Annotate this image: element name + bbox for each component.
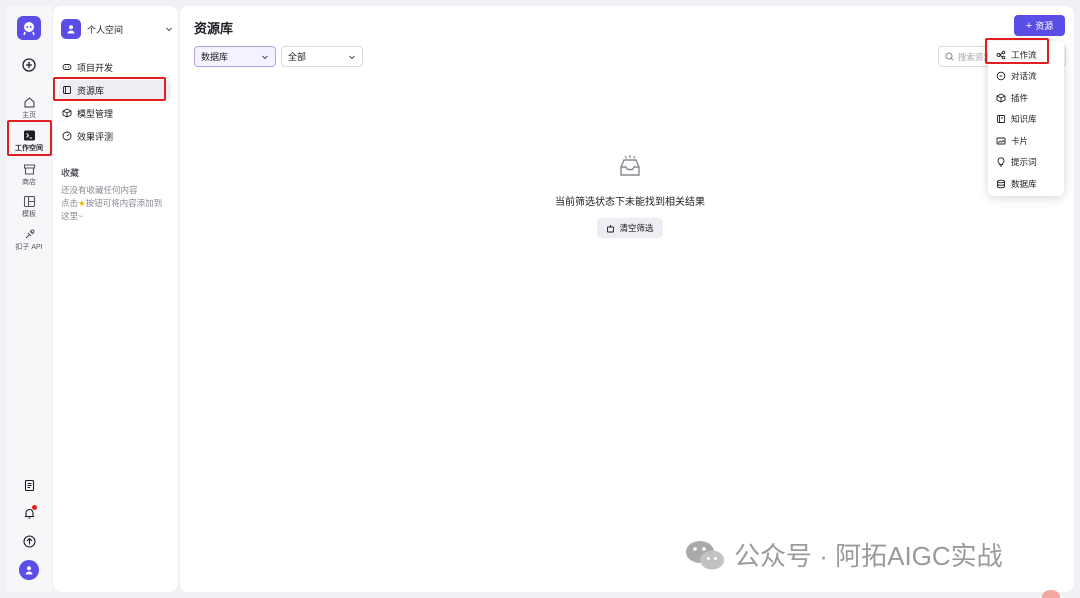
rail-item-home-label: 主页 (22, 112, 36, 119)
database-icon (996, 179, 1006, 189)
gamepad-icon (61, 61, 73, 73)
chat-icon (996, 71, 1006, 81)
workspace-sidebar: 个人空间 项目开发 资源库 模型管理 效果评测 收藏 还没有收藏任何内容 点击★… (53, 6, 178, 592)
document-icon (24, 479, 34, 492)
search-icon (945, 52, 954, 61)
menu-item-label: 提示词 (1011, 157, 1037, 168)
rail-item-store[interactable]: 商店 (6, 163, 52, 187)
space-selector[interactable]: 个人空间 (61, 18, 173, 40)
card-image-icon (996, 136, 1006, 146)
template-icon (23, 195, 35, 208)
main-content: 资源库 + 资源 数据库 全部 搜索资源 当前筛选状态下未能找到相关结果 清空筛… (180, 6, 1074, 592)
scope-filter-select[interactable]: 全部 (281, 46, 363, 67)
chevron-down-icon (349, 55, 355, 59)
upload-button[interactable] (6, 535, 52, 550)
chevron-down-icon (166, 27, 172, 32)
scope-filter-value: 全部 (288, 52, 307, 62)
search-placeholder: 搜索资源 (958, 51, 993, 62)
corner-avatar-partial (1042, 590, 1060, 598)
arrow-up-circle-icon (22, 535, 36, 548)
clear-filter-button[interactable]: 清空筛选 (597, 218, 663, 238)
empty-state: 当前筛选状态下未能找到相关结果 清空筛选 (180, 154, 1080, 238)
create-button[interactable] (6, 58, 52, 74)
workflow-icon (996, 50, 1006, 60)
store-icon (23, 164, 35, 175)
home-icon (23, 97, 35, 108)
user-icon (67, 25, 75, 34)
clear-filter-label: 清空筛选 (619, 223, 654, 233)
favorites-title: 收藏 (61, 168, 80, 178)
sidebar-item-resources[interactable]: 资源库 (59, 80, 171, 100)
favorites-empty-line3: 这里~ (61, 211, 83, 221)
user-icon (25, 566, 33, 575)
sidebar-item-label: 效果评测 (77, 131, 114, 142)
favorites-empty-line2: 点击★按钮可将内容添加到 (61, 197, 173, 210)
favorites-empty-line2-suffix: 按钮可将内容添加到 (85, 198, 163, 208)
watermark-text: 公众号 · 阿拓AIGC实战 (734, 541, 1003, 571)
book-icon (61, 84, 73, 96)
add-resource-label: 资源 (1035, 21, 1054, 31)
app-logo[interactable] (17, 16, 41, 40)
menu-item-label: 工作流 (1011, 49, 1037, 60)
avatar[interactable] (19, 560, 39, 580)
menu-item-workflow[interactable]: 工作流 (988, 44, 1064, 66)
star-icon: ★ (78, 198, 86, 208)
empty-box-icon (620, 155, 640, 176)
sidebar-item-evaluation[interactable]: 效果评测 (59, 126, 171, 146)
menu-item-label: 知识库 (1011, 114, 1037, 125)
wechat-logo-icon (686, 540, 724, 569)
lightbulb-icon (996, 157, 1006, 167)
sidebar-item-projects[interactable]: 项目开发 (59, 57, 171, 77)
plugin-cube-icon (996, 93, 1006, 103)
plus-circle-icon (22, 58, 36, 72)
menu-item-label: 卡片 (1011, 135, 1029, 146)
docs-button[interactable] (6, 479, 52, 494)
rail-item-workspace[interactable]: 工作空间 (6, 129, 52, 153)
add-resource-button[interactable]: + 资源 (1014, 15, 1065, 36)
rail-item-store-label: 商店 (22, 179, 36, 186)
menu-item-label: 数据库 (1011, 178, 1037, 189)
rail-item-template-label: 模板 (22, 211, 36, 218)
knowledge-book-icon (996, 114, 1006, 124)
menu-item-plugin[interactable]: 插件 (988, 87, 1064, 109)
page-title: 资源库 (194, 21, 234, 36)
menu-item-prompt[interactable]: 提示词 (988, 152, 1064, 174)
api-icon (25, 229, 34, 239)
rail-item-api-label: 扣子 API (15, 244, 43, 251)
cube-icon (61, 107, 73, 119)
menu-item-card[interactable]: 卡片 (988, 130, 1064, 152)
sidebar-item-label: 项目开发 (77, 62, 114, 73)
coze-logo-icon (23, 22, 35, 36)
empty-state-text: 当前筛选状态下未能找到相关结果 (555, 197, 705, 208)
clear-icon (607, 224, 615, 232)
rail-item-template[interactable]: 模板 (6, 195, 52, 219)
menu-item-label: 插件 (1011, 92, 1029, 103)
menu-item-database[interactable]: 数据库 (988, 173, 1064, 195)
space-name: 个人空间 (87, 24, 124, 35)
menu-item-knowledge[interactable]: 知识库 (988, 109, 1064, 131)
type-filter-select[interactable]: 数据库 (194, 46, 276, 67)
sidebar-item-label: 模型管理 (77, 108, 114, 119)
menu-item-chatflow[interactable]: 对话流 (988, 66, 1064, 88)
favorites-empty-line2-prefix: 点击 (61, 198, 79, 208)
type-filter-value: 数据库 (201, 52, 229, 62)
plus-icon: + (1025, 19, 1033, 32)
chevron-down-icon (262, 55, 268, 59)
favorites-empty-line1: 还没有收藏任何内容 (61, 185, 138, 195)
add-resource-menu: 工作流 对话流 插件 知识库 卡片 提示词 数据库 (988, 41, 1064, 196)
notifications-button[interactable] (6, 507, 52, 522)
terminal-icon (23, 130, 35, 141)
rail-item-home[interactable]: 主页 (6, 96, 52, 120)
space-avatar (61, 19, 81, 39)
gauge-icon (61, 130, 73, 142)
watermark: 公众号 · 阿拓AIGC实战 (684, 536, 1003, 573)
sidebar-item-label: 资源库 (77, 85, 105, 96)
favorites-empty-text: 还没有收藏任何内容 点击★按钮可将内容添加到 这里~ (61, 184, 173, 223)
nav-rail: 主页 工作空间 商店 模板 扣子 API (6, 6, 52, 592)
rail-item-workspace-label: 工作空间 (15, 145, 43, 152)
rail-item-api[interactable]: 扣子 API (6, 228, 52, 252)
menu-item-label: 对话流 (1011, 71, 1037, 82)
notification-dot (32, 505, 37, 510)
sidebar-item-models[interactable]: 模型管理 (59, 103, 171, 123)
